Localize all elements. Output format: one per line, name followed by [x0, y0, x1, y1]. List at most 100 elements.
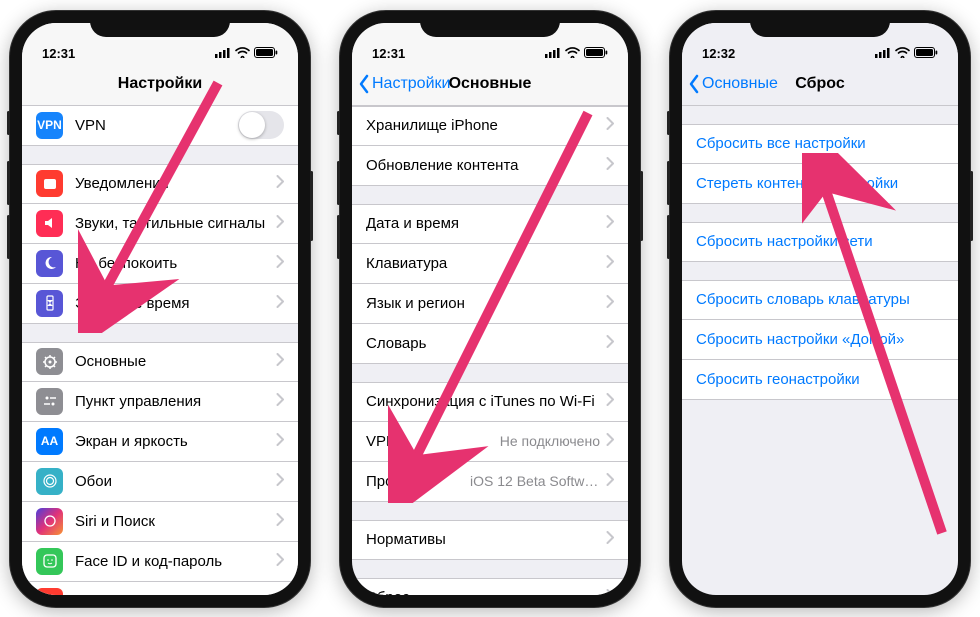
- row-icon: [36, 210, 63, 237]
- back-label: Основные: [702, 75, 778, 93]
- settings-list[interactable]: VPN VPN Уведомления Звуки, тактильные сиг…: [22, 106, 298, 595]
- row-reset[interactable]: Сброс: [352, 578, 628, 595]
- chevron-right-icon: [606, 433, 614, 450]
- row-label: Дата и время: [366, 215, 606, 232]
- chevron-right-icon: [606, 589, 614, 595]
- row-date-time[interactable]: Дата и время: [352, 204, 628, 244]
- row-icon: [36, 250, 63, 277]
- row-dnd[interactable]: Не беспокоить: [22, 244, 298, 284]
- wifi-icon: [895, 46, 910, 61]
- nav-title: Настройки: [118, 75, 202, 93]
- row-label: Сбросить геонастройки: [696, 371, 944, 388]
- row-general[interactable]: Основные: [22, 342, 298, 382]
- back-button[interactable]: Настройки: [358, 74, 450, 94]
- chevron-right-icon: [276, 433, 284, 450]
- back-button[interactable]: Основные: [688, 74, 778, 94]
- status-time: 12:32: [702, 46, 735, 61]
- row-screen-time[interactable]: Экранное время: [22, 284, 298, 324]
- chevron-right-icon: [276, 553, 284, 570]
- reset-list[interactable]: Сбросить все настройки Стереть контент и …: [682, 106, 958, 595]
- row-icon: SOS: [36, 588, 63, 595]
- general-list[interactable]: Хранилище iPhone Обновление контента Дата…: [352, 106, 628, 595]
- row-dictionary[interactable]: Словарь: [352, 324, 628, 364]
- chevron-right-icon: [606, 531, 614, 548]
- row-regulatory[interactable]: Нормативы: [352, 520, 628, 560]
- wifi-icon: [565, 46, 580, 61]
- status-time: 12:31: [42, 46, 75, 61]
- chevron-right-icon: [606, 117, 614, 134]
- battery-icon: [914, 46, 938, 61]
- row-notifications[interactable]: Уведомления: [22, 164, 298, 204]
- row-control-center[interactable]: Пункт управления: [22, 382, 298, 422]
- chevron-right-icon: [276, 393, 284, 406]
- row-label: VPN: [75, 117, 238, 134]
- row-label: Стереть контент и настройки: [696, 175, 944, 192]
- chevron-right-icon: [276, 295, 284, 312]
- row-label: Обновление контента: [366, 157, 606, 174]
- row-label: Основные: [75, 353, 276, 370]
- row-icon: [36, 468, 63, 495]
- row-icon: [36, 170, 63, 197]
- row-reset-home[interactable]: Сбросить настройки «Домой»: [682, 320, 958, 360]
- row-icon: [36, 388, 63, 415]
- row-icon: [36, 548, 63, 575]
- row-label: Сбросить настройки «Домой»: [696, 331, 944, 348]
- chevron-right-icon: [276, 255, 284, 268]
- row-icon: AA: [36, 428, 63, 455]
- vpn-toggle[interactable]: [238, 111, 284, 139]
- row-detail: iOS 12 Beta Software Profile: [470, 473, 600, 489]
- row-keyboard[interactable]: Клавиатура: [352, 244, 628, 284]
- row-label: Язык и регион: [366, 295, 606, 312]
- row-itunes-wifi[interactable]: Синхронизация с iTunes по Wi-Fi: [352, 382, 628, 422]
- chevron-right-icon: [606, 117, 614, 130]
- chevron-right-icon: [276, 513, 284, 530]
- row-label: Экран и яркость: [75, 433, 276, 450]
- chevron-right-icon: [606, 335, 614, 352]
- row-faceid[interactable]: Face ID и код-пароль: [22, 542, 298, 582]
- chevron-right-icon: [276, 473, 284, 486]
- chevron-right-icon: [606, 215, 614, 228]
- chevron-right-icon: [276, 295, 284, 308]
- chevron-right-icon: [606, 157, 614, 174]
- chevron-right-icon: [606, 157, 614, 170]
- row-reset-network[interactable]: Сбросить настройки сети: [682, 222, 958, 262]
- chevron-right-icon: [606, 531, 614, 544]
- row-vpn-toggle[interactable]: VPN VPN: [22, 106, 298, 146]
- row-background-refresh[interactable]: Обновление контента: [352, 146, 628, 186]
- battery-icon: [254, 46, 278, 61]
- row-wallpaper[interactable]: Обои: [22, 462, 298, 502]
- signal-icon: [875, 46, 891, 61]
- row-label: Уведомления: [75, 175, 276, 192]
- row-erase-all[interactable]: Стереть контент и настройки: [682, 164, 958, 204]
- chevron-left-icon: [688, 74, 700, 94]
- row-sounds[interactable]: Звуки, тактильные сигналы: [22, 204, 298, 244]
- chevron-left-icon: [358, 74, 370, 94]
- row-label: Siri и Поиск: [75, 513, 276, 530]
- chevron-right-icon: [606, 295, 614, 312]
- chevron-right-icon: [276, 393, 284, 410]
- chevron-right-icon: [276, 215, 284, 232]
- chevron-right-icon: [276, 593, 284, 595]
- row-language[interactable]: Язык и регион: [352, 284, 628, 324]
- row-siri[interactable]: Siri и Поиск: [22, 502, 298, 542]
- chevron-right-icon: [276, 353, 284, 370]
- nav-title: Основные: [449, 75, 532, 93]
- row-detail: Не подключено: [500, 433, 600, 449]
- row-storage[interactable]: Хранилище iPhone: [352, 106, 628, 146]
- row-display[interactable]: AA Экран и яркость: [22, 422, 298, 462]
- chevron-right-icon: [606, 473, 614, 486]
- notch: [90, 11, 230, 37]
- row-reset-location[interactable]: Сбросить геонастройки: [682, 360, 958, 400]
- chevron-right-icon: [606, 295, 614, 308]
- row-label: Не беспокоить: [75, 255, 276, 272]
- chevron-right-icon: [276, 215, 284, 228]
- chevron-right-icon: [606, 255, 614, 268]
- row-reset-keyboard-dict[interactable]: Сбросить словарь клавиатуры: [682, 280, 958, 320]
- vpn-icon: VPN: [36, 112, 63, 139]
- nav-bar: Настройки Основные: [352, 63, 628, 106]
- row-profile[interactable]: ПрофильiOS 12 Beta Software Profile: [352, 462, 628, 502]
- row-sos[interactable]: SOSЭкстренный вызов — SOS: [22, 582, 298, 595]
- row-reset-all[interactable]: Сбросить все настройки: [682, 124, 958, 164]
- chevron-right-icon: [606, 393, 614, 410]
- row-vpn[interactable]: VPNНе подключено: [352, 422, 628, 462]
